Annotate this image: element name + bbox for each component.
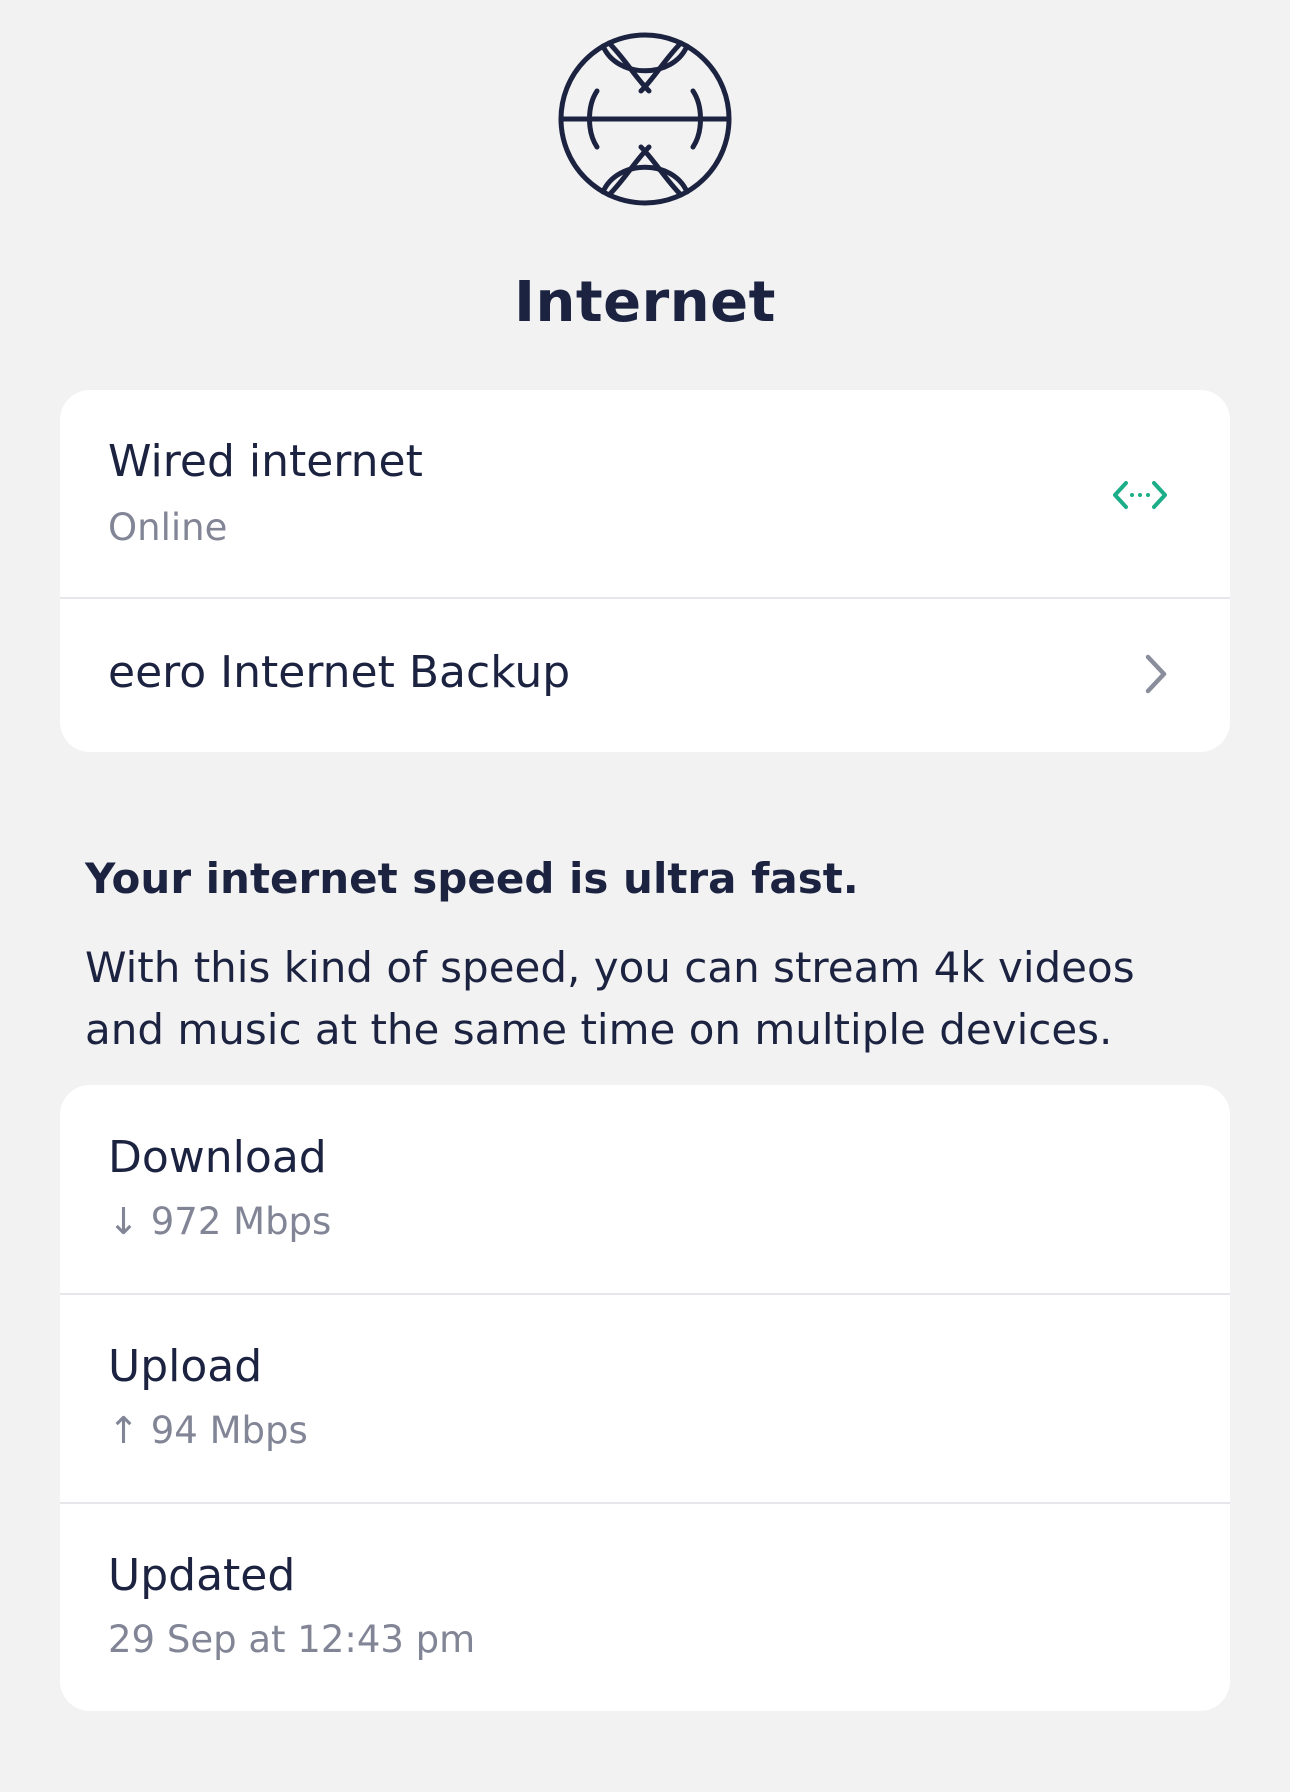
updated-value: 29 Sep at 12:43 pm: [108, 1618, 476, 1661]
speed-description: With this kind of speed, you can stream …: [85, 943, 1135, 1054]
wired-internet-label: Wired internet: [108, 436, 423, 487]
page-title: Internet: [514, 270, 776, 335]
wired-internet-status: Online: [108, 506, 228, 549]
upload-label: Upload: [108, 1341, 263, 1392]
updated-label: Updated: [108, 1550, 296, 1601]
connection-card: Wired internet Online eero Internet Back…: [60, 390, 1230, 752]
connection-arrows-icon: [1113, 481, 1167, 509]
globe-icon: [558, 32, 732, 206]
internet-backup-row[interactable]: eero Internet Backup: [60, 597, 1230, 752]
speed-card: Download ↓ 972 Mbps Upload ↑ 94 Mbps Upd…: [60, 1085, 1230, 1711]
speed-heading: Your internet speed is ultra fast.: [85, 854, 859, 903]
download-value: ↓ 972 Mbps: [108, 1200, 332, 1243]
updated-row: Updated 29 Sep at 12:43 pm: [60, 1502, 1230, 1711]
internet-backup-label: eero Internet Backup: [108, 647, 571, 698]
upload-row: Upload ↑ 94 Mbps: [60, 1293, 1230, 1504]
upload-value: ↑ 94 Mbps: [108, 1409, 308, 1452]
download-row: Download ↓ 972 Mbps: [60, 1085, 1230, 1293]
wired-internet-row[interactable]: Wired internet Online: [60, 390, 1230, 597]
download-label: Download: [108, 1132, 327, 1183]
chevron-right-icon[interactable]: [1144, 653, 1168, 695]
